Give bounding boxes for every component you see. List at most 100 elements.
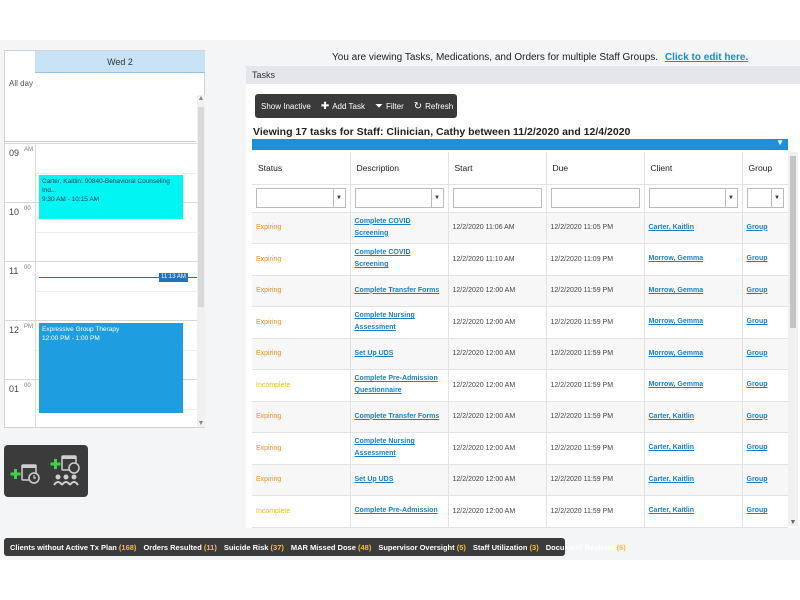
chevron-down-icon[interactable]: ▼: [430, 189, 443, 207]
alert-item[interactable]: Clients without Active Tx Plan (168): [10, 543, 136, 552]
filter-icon: ⏷: [374, 100, 383, 112]
column-header-client[interactable]: Client: [644, 152, 743, 185]
alert-item[interactable]: MAR Missed Dose (48): [291, 543, 371, 552]
grid-group-bar[interactable]: ▼: [252, 138, 788, 150]
table-row[interactable]: Expiring Complete Nursing Assessment 12/2/…: [252, 432, 788, 465]
column-header-start[interactable]: Start: [448, 152, 547, 185]
calendar-event[interactable]: Carter, Kaitlin: 90840-Behavioral Counse…: [39, 175, 183, 219]
add-appointment-button[interactable]: [10, 453, 44, 489]
table-row[interactable]: Incomplete Complete Pre-Admission Questio…: [252, 369, 788, 402]
scroll-up-icon[interactable]: ▲: [197, 95, 205, 102]
due-filter[interactable]: [550, 188, 640, 208]
calendar-day-header[interactable]: Wed 2: [35, 51, 205, 73]
alert-item[interactable]: Suicide Risk (37): [224, 543, 284, 552]
chevron-down-icon[interactable]: ▼: [332, 189, 345, 207]
description-filter[interactable]: ▼: [354, 188, 444, 208]
alert-item[interactable]: Staff Utilization (3): [473, 543, 539, 552]
task-description-link[interactable]: Set Up UDS: [355, 474, 394, 486]
scrollbar-thumb[interactable]: [790, 156, 796, 328]
task-client-link[interactable]: Morrow, Gemma: [649, 379, 704, 391]
task-group-link[interactable]: Group: [747, 411, 768, 423]
task-group-link[interactable]: Group: [747, 379, 768, 391]
alert-count: (6): [616, 542, 626, 552]
task-status: Incomplete: [256, 507, 291, 515]
all-day-row[interactable]: [5, 76, 196, 142]
task-group-link[interactable]: Group: [747, 474, 768, 486]
start-filter[interactable]: [452, 188, 542, 208]
table-row[interactable]: Expiring Set Up UDS 12/2/2020 12:00 AM 12/2…: [252, 464, 788, 496]
table-row[interactable]: Expiring Set Up UDS 12/2/2020 12:00 AM 12/2…: [252, 338, 788, 370]
alert-label: Supervisor Oversight: [378, 542, 455, 552]
alert-label: Clients without Active Tx Plan: [10, 542, 117, 552]
task-group-link[interactable]: Group: [747, 505, 768, 517]
scroll-down-icon[interactable]: ▼: [197, 420, 205, 427]
task-status: Expiring: [256, 476, 282, 484]
task-group-link[interactable]: Group: [747, 285, 768, 297]
group-filter[interactable]: ▼: [746, 188, 784, 208]
task-group-link[interactable]: Group: [747, 348, 768, 360]
event-title: Carter, Kaitlin: 90840-Behavioral Counse…: [42, 178, 170, 194]
task-client-link[interactable]: Carter, Kaitlin: [649, 222, 695, 234]
task-description-link[interactable]: Complete Pre-Admission Questionnaire: [355, 373, 444, 397]
table-row[interactable]: Expiring Complete COVID Screening 12/2/202…: [252, 243, 788, 276]
task-group-link[interactable]: Group: [747, 253, 768, 265]
task-client-link[interactable]: Carter, Kaitlin: [649, 474, 695, 486]
column-header-status[interactable]: Status: [252, 152, 351, 185]
task-client-link[interactable]: Morrow, Gemma: [649, 285, 704, 297]
task-start: 12/2/2020 12:00 AM: [452, 476, 516, 484]
task-client-link[interactable]: Carter, Kaitlin: [649, 442, 695, 454]
task-group-link[interactable]: Group: [747, 222, 768, 234]
task-description-link[interactable]: Complete Pre-Admission: [355, 505, 438, 517]
table-row[interactable]: Expiring Complete Nursing Assessment 12/2/…: [252, 306, 788, 339]
table-row[interactable]: Expiring Complete COVID Screening 12/2/202…: [252, 212, 788, 244]
task-description-link[interactable]: Complete COVID Screening: [355, 247, 444, 271]
alert-count: (11): [203, 542, 217, 552]
chevron-down-icon[interactable]: ▼: [724, 189, 737, 207]
task-client-link[interactable]: Morrow, Gemma: [649, 253, 704, 265]
task-group-link[interactable]: Group: [747, 316, 768, 328]
chevron-down-icon[interactable]: ▼: [776, 138, 784, 147]
alert-item[interactable]: Document Reviews (6): [546, 543, 626, 552]
column-header-description[interactable]: Description: [350, 152, 449, 185]
refresh-button[interactable]: ↻ Refresh: [414, 101, 453, 112]
tasks-grid-scrollbar[interactable]: ▼: [788, 152, 798, 526]
staff-group-notice-text: You are viewing Tasks, Medications, and …: [332, 52, 659, 63]
alert-item[interactable]: Supervisor Oversight (5): [378, 543, 466, 552]
task-client-link[interactable]: Carter, Kaitlin: [649, 505, 695, 517]
task-description-link[interactable]: Set Up UDS: [355, 348, 394, 360]
task-client-link[interactable]: Morrow, Gemma: [649, 316, 704, 328]
show-inactive-button[interactable]: Show Inactive: [261, 102, 311, 111]
alert-item[interactable]: Orders Resulted (11): [143, 543, 216, 552]
calendar-scrollbar[interactable]: ▲ ▼: [197, 95, 205, 427]
add-group-appointment-button[interactable]: [50, 453, 84, 489]
status-filter[interactable]: ▼: [256, 188, 346, 208]
column-header-group[interactable]: Group: [742, 152, 788, 185]
task-description-link[interactable]: Complete Transfer Forms: [355, 285, 440, 297]
task-description-link[interactable]: Complete Nursing Assessment: [355, 436, 444, 460]
chevron-down-icon[interactable]: ▼: [770, 189, 783, 207]
filter-button[interactable]: ⏷ Filter: [375, 101, 404, 112]
add-task-button[interactable]: ✚ Add Task: [321, 101, 365, 112]
task-description-link[interactable]: Complete Nursing Assessment: [355, 310, 444, 334]
client-filter[interactable]: ▼: [648, 188, 738, 208]
task-description-link[interactable]: Complete COVID Screening: [355, 216, 444, 240]
table-row[interactable]: Expiring Complete Transfer Forms 12/2/2020…: [252, 401, 788, 433]
task-start: 12/2/2020 11:10 AM: [452, 255, 515, 263]
scroll-down-icon[interactable]: ▼: [788, 519, 798, 526]
column-header-due[interactable]: Due: [546, 152, 645, 185]
task-description-link[interactable]: Complete Transfer Forms: [355, 411, 440, 423]
event-time: 12:00 PM - 1:00 PM: [42, 335, 100, 342]
table-row[interactable]: Expiring Complete Transfer Forms 12/2/2020…: [252, 275, 788, 307]
task-client-link[interactable]: Morrow, Gemma: [649, 348, 704, 360]
tasks-panel-title: Tasks: [246, 66, 800, 84]
edit-staff-groups-link[interactable]: Click to edit here.: [665, 52, 748, 63]
event-title: Expressive Group Therapy: [42, 326, 120, 333]
task-client-link[interactable]: Carter, Kaitlin: [649, 411, 695, 423]
hour-row[interactable]: 11 00: [5, 261, 197, 320]
table-row[interactable]: Incomplete Complete Pre-Admission 12/2/202…: [252, 495, 788, 528]
scrollbar-thumb[interactable]: [198, 107, 204, 307]
hour-suffix: AM: [24, 147, 33, 153]
calendar-event[interactable]: Expressive Group Therapy 12:00 PM - 1:00…: [39, 323, 183, 413]
task-group-link[interactable]: Group: [747, 442, 768, 454]
task-due: 12/2/2020 11:59 PM: [550, 476, 614, 484]
